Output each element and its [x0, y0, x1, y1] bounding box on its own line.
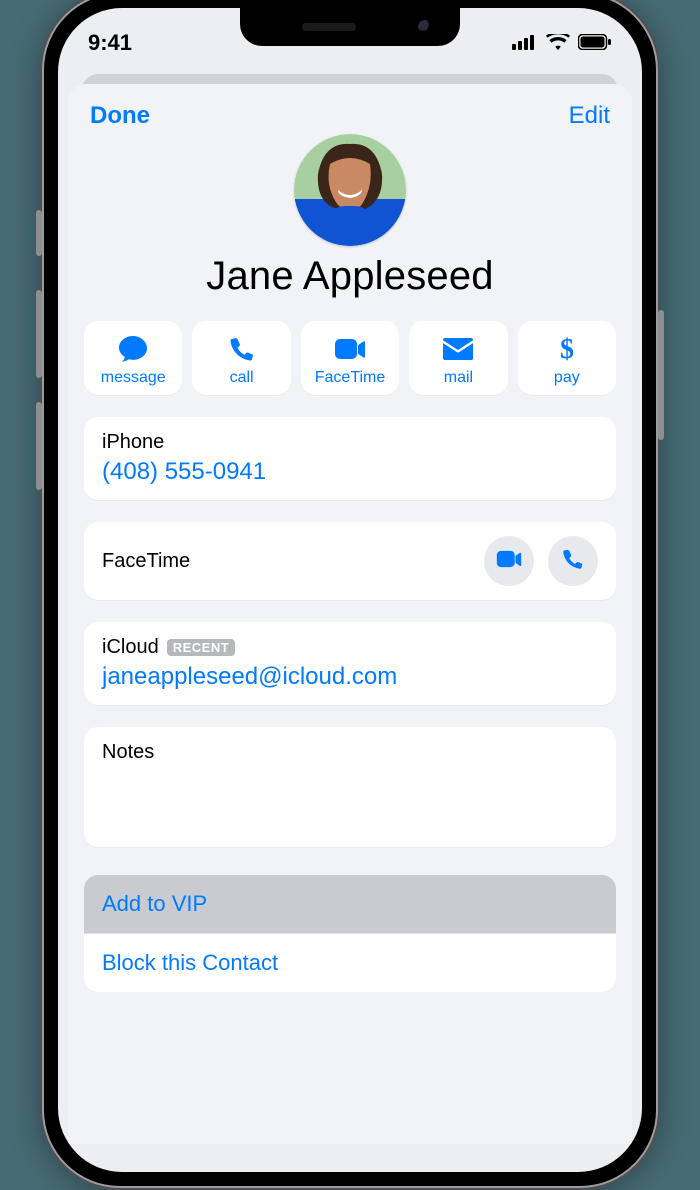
- facetime-video-button[interactable]: [484, 536, 534, 586]
- mail-button[interactable]: mail: [409, 321, 507, 395]
- recent-badge: RECENT: [167, 639, 235, 656]
- message-button[interactable]: message: [84, 321, 182, 395]
- volume-up-button: [36, 290, 42, 378]
- block-contact-row[interactable]: Block this Contact: [84, 933, 616, 992]
- mail-label: mail: [444, 369, 473, 387]
- email-address: janeappleseed@icloud.com: [102, 663, 598, 691]
- edit-button[interactable]: Edit: [569, 102, 610, 130]
- avatar[interactable]: [294, 134, 406, 246]
- svg-text:$: $: [560, 334, 574, 364]
- facetime-button[interactable]: FaceTime: [301, 321, 399, 395]
- message-icon: [118, 333, 148, 365]
- earpiece: [302, 23, 356, 31]
- device-frame: 9:41 Done Edit: [40, 0, 660, 1190]
- call-button[interactable]: call: [192, 321, 290, 395]
- contact-name: Jane Appleseed: [206, 254, 494, 299]
- action-row: message call FaceTime: [84, 321, 616, 395]
- action-list: Add to VIP Block this Contact: [84, 875, 616, 992]
- mute-switch: [36, 210, 42, 256]
- phone-icon: [229, 333, 255, 365]
- facetime-row-label: FaceTime: [102, 550, 190, 573]
- dollar-icon: $: [558, 333, 576, 365]
- video-icon: [334, 333, 366, 365]
- mail-icon: [443, 333, 473, 365]
- front-camera: [418, 20, 432, 34]
- email-card[interactable]: iCloud RECENT janeappleseed@icloud.com: [84, 622, 616, 705]
- video-icon: [496, 550, 522, 573]
- add-to-vip-row[interactable]: Add to VIP: [84, 875, 616, 933]
- profile-header: Jane Appleseed: [84, 134, 616, 299]
- battery-icon: [578, 30, 612, 56]
- phone-icon: [562, 548, 584, 575]
- sheet-navbar: Done Edit: [84, 102, 616, 130]
- facetime-label: FaceTime: [315, 369, 386, 387]
- message-label: message: [101, 369, 166, 387]
- done-button[interactable]: Done: [90, 102, 150, 130]
- wifi-icon: [546, 30, 570, 56]
- contact-sheet: Done Edit: [68, 84, 632, 1144]
- pay-label: pay: [554, 369, 580, 387]
- pay-button[interactable]: $ pay: [518, 321, 616, 395]
- notch: [240, 8, 460, 46]
- cellular-icon: [512, 30, 538, 56]
- screen: 9:41 Done Edit: [58, 8, 642, 1172]
- facetime-card: FaceTime: [84, 522, 616, 600]
- power-button: [658, 310, 664, 440]
- volume-down-button: [36, 402, 42, 490]
- facetime-audio-button[interactable]: [548, 536, 598, 586]
- notes-card[interactable]: Notes: [84, 727, 616, 847]
- phone-card[interactable]: iPhone (408) 555-0941: [84, 417, 616, 500]
- status-time: 9:41: [88, 30, 132, 56]
- notes-label: Notes: [102, 741, 598, 764]
- phone-number: (408) 555-0941: [102, 458, 598, 486]
- phone-label: iPhone: [102, 431, 598, 454]
- email-label: iCloud: [102, 636, 159, 659]
- call-label: call: [230, 369, 254, 387]
